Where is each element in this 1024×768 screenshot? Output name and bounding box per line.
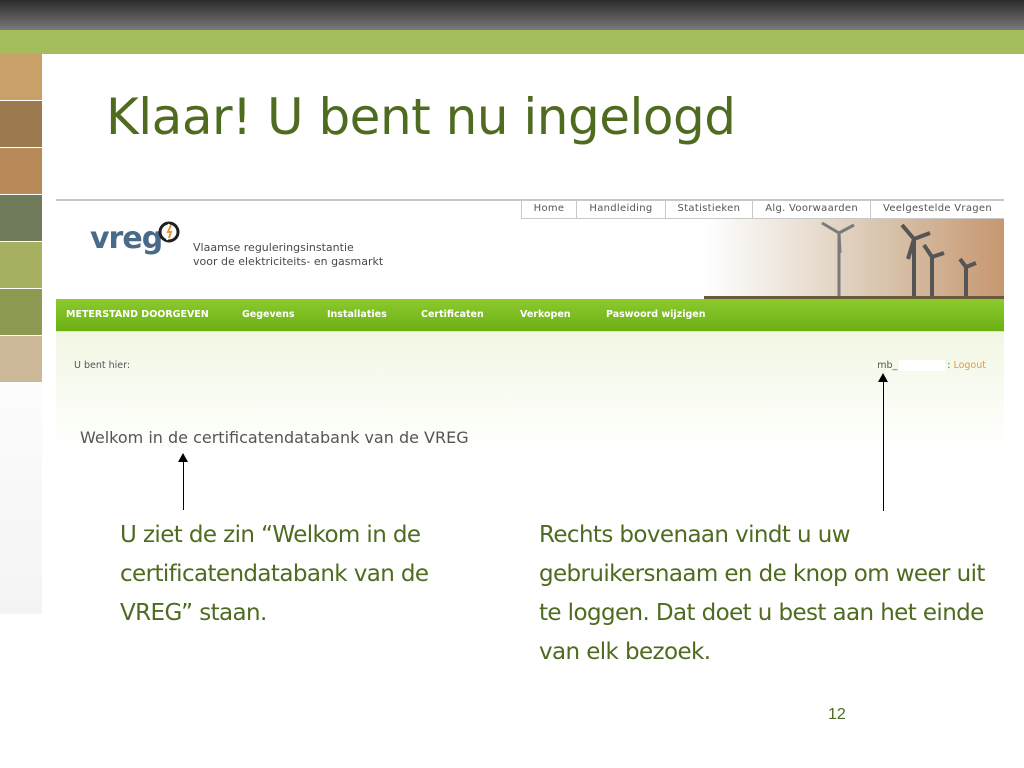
breadcrumb: U bent hier: bbox=[74, 360, 131, 371]
main-menu-bar: METERSTAND DOORGEVEN Gegevens Installati… bbox=[56, 299, 1004, 331]
menu-certificaten[interactable]: Certificaten bbox=[421, 309, 484, 320]
user-box: mb_ : Logout bbox=[877, 360, 986, 371]
slide-title: Klaar! U bent nu ingelogd bbox=[106, 88, 736, 146]
photo-thumbnail bbox=[0, 336, 42, 383]
photo-thumbnail bbox=[0, 101, 42, 148]
menu-verkopen[interactable]: Verkopen bbox=[520, 309, 571, 320]
menu-paswoord[interactable]: Paswoord wijzigen bbox=[606, 309, 705, 320]
photo-thumbnail bbox=[0, 148, 42, 195]
welcome-message: Welkom in de certificatendatabank van de… bbox=[80, 428, 469, 447]
page-number: 12 bbox=[828, 706, 846, 723]
arrow-line bbox=[883, 380, 884, 511]
username-separator: : bbox=[947, 360, 951, 371]
arrow-line bbox=[183, 460, 184, 510]
tagline-line: Vlaamse reguleringsinstantie bbox=[193, 241, 354, 254]
wind-turbine-photo bbox=[704, 219, 1004, 301]
menu-meterstand[interactable]: METERSTAND DOORGEVEN bbox=[66, 309, 209, 320]
top-nav-statistieken[interactable]: Statistieken bbox=[665, 201, 754, 219]
wind-turbine-icon bbox=[704, 221, 1004, 301]
top-nav-voorwaarden[interactable]: Alg. Voorwaarden bbox=[753, 201, 871, 219]
content-area: U bent hier: mb_ : Logout Welkom in de c… bbox=[56, 331, 1004, 453]
photo-thumbnail bbox=[0, 242, 42, 289]
photo-thumbnail bbox=[0, 54, 42, 101]
photo-thumbnail bbox=[0, 195, 42, 242]
photo-strip-fade bbox=[0, 384, 42, 614]
site-tagline: Vlaamse reguleringsinstantie voor de ele… bbox=[193, 241, 383, 269]
tagline-line: voor de elektriciteits- en gasmarkt bbox=[193, 255, 384, 268]
username: mb_ bbox=[877, 360, 898, 371]
menu-installaties[interactable]: Installaties bbox=[327, 309, 387, 320]
username-redacted bbox=[899, 360, 946, 371]
logout-link[interactable]: Logout bbox=[953, 360, 986, 371]
site-top-navigation: Home Handleiding Statistieken Alg. Voorw… bbox=[520, 201, 1004, 219]
menu-gegevens[interactable]: Gegevens bbox=[242, 309, 295, 320]
top-nav-faq[interactable]: Veelgestelde Vragen bbox=[870, 201, 1004, 219]
decorative-photo-strip bbox=[0, 54, 42, 614]
slide-top-bar bbox=[0, 0, 1024, 30]
top-nav-handleiding[interactable]: Handleiding bbox=[577, 201, 666, 219]
slide-accent-bar bbox=[0, 30, 1024, 54]
photo-thumbnail bbox=[0, 289, 42, 336]
vreg-logo[interactable]: vreg bbox=[90, 221, 163, 256]
website-screenshot: Home Handleiding Statistieken Alg. Voorw… bbox=[56, 199, 1004, 453]
callout-logout: Rechts bovenaan vindt u uw gebruikersnaa… bbox=[539, 522, 985, 665]
top-nav-home[interactable]: Home bbox=[521, 201, 578, 219]
callout-welcome: U ziet de zin “Welkom in de certificaten… bbox=[120, 522, 429, 626]
logo-mark-icon bbox=[158, 221, 180, 243]
